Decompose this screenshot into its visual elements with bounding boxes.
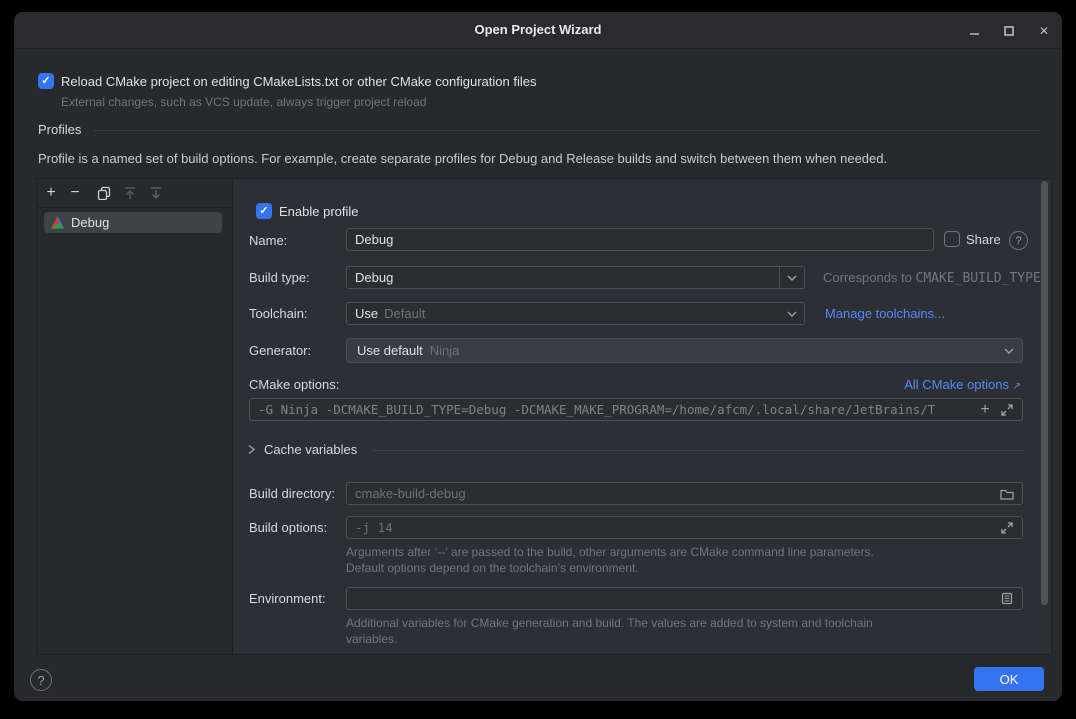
vertical-scrollbar[interactable]	[1041, 181, 1048, 605]
environment-input[interactable]	[346, 587, 1023, 610]
help-button[interactable]: ?	[30, 669, 52, 691]
chevron-down-icon	[779, 267, 804, 288]
build-options-desc-line2: Default options depend on the toolchain’…	[346, 561, 639, 575]
browse-variables-icon[interactable]	[997, 592, 1017, 605]
share-checkbox[interactable]	[944, 231, 960, 247]
question-icon: ?	[37, 673, 44, 688]
share-label[interactable]: Share	[966, 232, 1001, 247]
build-directory-label: Build directory:	[249, 486, 335, 501]
generator-placeholder: Ninja	[430, 343, 460, 358]
minimize-button[interactable]	[966, 22, 984, 40]
build-options-input[interactable]: -j 14	[346, 516, 1023, 539]
name-label: Name:	[249, 233, 287, 248]
plus-icon: +	[980, 401, 989, 419]
ok-button[interactable]: OK	[974, 667, 1044, 691]
all-cmake-options-text: All CMake options	[904, 377, 1009, 392]
cmake-options-input[interactable]: -G Ninja -DCMAKE_BUILD_TYPE=Debug -DCMAK…	[249, 398, 1023, 421]
move-up-icon	[123, 186, 137, 200]
toolchain-placeholder: Default	[384, 306, 425, 321]
move-down-button[interactable]	[147, 184, 165, 202]
enable-profile-checkbox[interactable]: ✓	[256, 203, 272, 219]
add-option-button[interactable]: +	[974, 401, 996, 419]
profiles-list-panel: + −	[36, 178, 233, 655]
cache-variables-divider	[373, 450, 1023, 451]
add-profile-button[interactable]: +	[42, 184, 60, 202]
expand-icon	[1001, 522, 1013, 534]
title-bar[interactable]: Open Project Wizard ✕	[14, 12, 1062, 49]
build-type-hint-code: CMAKE_BUILD_TYPE	[916, 271, 1041, 286]
expand-field-button[interactable]	[997, 522, 1017, 534]
build-type-hint: Corresponds to CMAKE_BUILD_TYPE	[823, 270, 1041, 286]
generator-value: Use default	[347, 343, 423, 358]
remove-profile-button[interactable]: −	[66, 184, 84, 202]
build-type-hint-text: Corresponds to	[823, 270, 916, 285]
profiles-section-title: Profiles	[38, 122, 81, 137]
open-project-wizard-dialog: Open Project Wizard ✕ ✓ Reload CMake pro…	[14, 12, 1062, 701]
build-options-desc-line1: Arguments after ‘--’ are passed to the b…	[346, 545, 874, 559]
question-icon: ?	[1015, 235, 1021, 247]
toolchain-select[interactable]: Use Default	[346, 302, 805, 325]
dialog-title: Open Project Wizard	[14, 22, 1062, 37]
screen: Open Project Wizard ✕ ✓ Reload CMake pro…	[0, 0, 1076, 719]
build-options-label: Build options:	[249, 520, 327, 535]
close-icon: ✕	[1039, 24, 1049, 38]
build-type-select[interactable]: Debug	[346, 266, 805, 289]
check-icon: ✓	[259, 206, 268, 217]
minimize-icon	[970, 26, 980, 36]
reload-cmake-checkbox[interactable]: ✓	[38, 73, 54, 89]
move-up-button[interactable]	[121, 184, 139, 202]
reload-cmake-comment: External changes, such as VCS update, al…	[61, 95, 427, 109]
manage-toolchains-link[interactable]: Manage toolchains...	[825, 306, 945, 321]
close-button[interactable]: ✕	[1035, 22, 1053, 40]
move-down-icon	[149, 186, 163, 200]
profile-item-label: Debug	[71, 215, 109, 230]
build-type-value: Debug	[347, 270, 393, 285]
share-help-button[interactable]: ?	[1009, 231, 1028, 250]
toolchain-label: Toolchain:	[249, 306, 308, 321]
check-icon: ✓	[41, 76, 50, 87]
external-link-icon: ↗	[1013, 381, 1021, 392]
build-options-placeholder: -j 14	[355, 520, 997, 535]
copy-profile-button[interactable]	[95, 184, 113, 202]
plus-icon: +	[46, 185, 55, 201]
reload-cmake-label[interactable]: Reload CMake project on editing CMakeLis…	[61, 74, 536, 89]
build-directory-placeholder: cmake-build-debug	[355, 486, 997, 501]
profile-list-item-debug[interactable]: Debug	[44, 212, 222, 233]
expand-field-button[interactable]	[996, 404, 1018, 416]
copy-icon	[97, 186, 111, 200]
chevron-down-icon	[996, 347, 1022, 355]
expand-icon	[1001, 404, 1013, 416]
cache-variables-label: Cache variables	[264, 442, 357, 457]
chevron-down-icon	[780, 303, 804, 324]
generator-select[interactable]: Use default Ninja	[346, 338, 1023, 363]
profiles-divider	[94, 130, 1040, 131]
profile-settings-panel: ✓ Enable profile Name: Share ? Build typ…	[232, 178, 1052, 655]
build-type-label: Build type:	[249, 270, 310, 285]
maximize-icon	[1004, 26, 1014, 36]
minus-icon: −	[70, 185, 79, 201]
build-directory-input[interactable]: cmake-build-debug	[346, 482, 1023, 505]
cache-variables-toggle[interactable]: Cache variables	[247, 442, 357, 457]
cmake-options-value: -G Ninja -DCMAKE_BUILD_TYPE=Debug -DCMAK…	[258, 402, 974, 417]
generator-label: Generator:	[249, 343, 311, 358]
environment-description: Additional variables for CMake generatio…	[346, 615, 921, 647]
maximize-button[interactable]	[1000, 22, 1018, 40]
toolchain-value: Use	[347, 306, 378, 321]
profiles-description: Profile is a named set of build options.…	[38, 151, 887, 166]
cmake-options-label: CMake options:	[249, 377, 339, 392]
all-cmake-options-link[interactable]: All CMake options ↗	[904, 377, 1021, 392]
name-input[interactable]	[346, 228, 934, 251]
folder-icon[interactable]	[997, 488, 1017, 500]
cmake-icon	[50, 215, 65, 230]
environment-label: Environment:	[249, 591, 326, 606]
enable-profile-label[interactable]: Enable profile	[279, 204, 359, 219]
chevron-right-icon	[247, 444, 256, 455]
profiles-toolbar: + −	[37, 179, 232, 208]
